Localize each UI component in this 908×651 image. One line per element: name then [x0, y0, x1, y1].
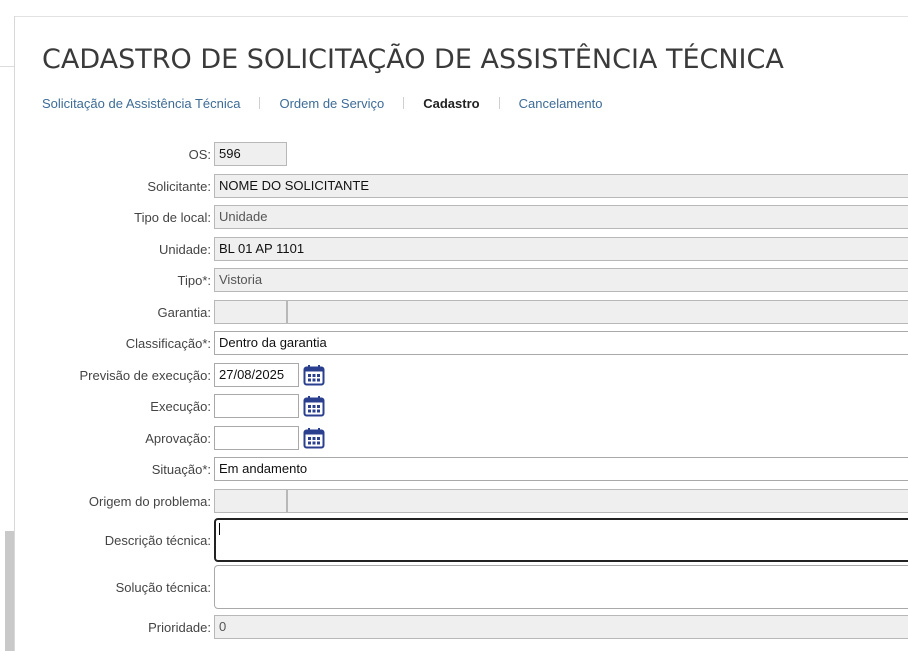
execucao-label: Execução:: [150, 399, 211, 414]
situacao-label: Situação*:: [151, 462, 211, 477]
text-caret: [219, 523, 220, 535]
previsao-date-input[interactable]: 27/08/2025: [214, 363, 299, 387]
prioridade-label: Prioridade:: [148, 620, 211, 635]
left-strip: [0, 16, 15, 651]
calendar-icon[interactable]: [303, 364, 325, 386]
unidade-field: BL 01 AP 1101: [214, 237, 908, 261]
execucao-date-input[interactable]: [214, 394, 299, 418]
os-label: OS:: [188, 147, 211, 162]
prioridade-field: 0: [214, 615, 908, 639]
aprovacao-date-input[interactable]: [214, 426, 299, 450]
aprovacao-label: Aprovação:: [145, 431, 211, 446]
scrollbar[interactable]: [5, 531, 14, 651]
garantia-code-field: [214, 300, 287, 324]
solicitante-label: Solicitante:: [147, 179, 211, 194]
top-bar: [0, 0, 908, 17]
garantia-label: Garantia:: [157, 305, 211, 320]
situacao-select[interactable]: Em andamento: [214, 457, 908, 481]
tipo-field: Vistoria: [214, 268, 908, 292]
unidade-label: Unidade:: [158, 242, 211, 257]
tipo-local-field: Unidade: [214, 205, 908, 229]
form-panel: CADASTRO DE SOLICITAÇÃO DE ASSISTÊNCIA T…: [15, 17, 908, 651]
tab-separator: [403, 97, 405, 109]
descricao-textarea[interactable]: [214, 518, 908, 562]
page-title: CADASTRO DE SOLICITAÇÃO DE ASSISTÊNCIA T…: [42, 44, 784, 75]
previsao-label: Previsão de execução:: [79, 368, 211, 383]
origem-code-field: [214, 489, 287, 513]
tab-separator: [259, 97, 261, 109]
classificacao-select[interactable]: Dentro da garantia: [214, 331, 908, 355]
os-field: 596: [214, 142, 287, 166]
tab-bar: Solicitação de Assistência Técnica Ordem…: [42, 94, 602, 112]
tab-cadastro[interactable]: Cadastro: [423, 96, 479, 111]
garantia-desc-field: [287, 300, 908, 324]
origem-desc-field: [287, 489, 908, 513]
tab-cancelamento[interactable]: Cancelamento: [519, 96, 603, 111]
origem-label: Origem do problema:: [88, 494, 211, 509]
calendar-icon[interactable]: [303, 395, 325, 417]
solucao-textarea[interactable]: [214, 565, 908, 609]
calendar-icon[interactable]: [303, 427, 325, 449]
tipo-local-label: Tipo de local:: [134, 210, 211, 225]
descricao-label: Descrição técnica:: [104, 533, 211, 548]
classificacao-label: Classificação*:: [125, 336, 211, 351]
solucao-label: Solução técnica:: [115, 580, 211, 595]
left-tick: [0, 66, 14, 67]
tab-separator: [498, 97, 500, 109]
tipo-label: Tipo*:: [177, 273, 211, 288]
tab-solicitacao[interactable]: Solicitação de Assistência Técnica: [42, 96, 240, 111]
tab-ordem-servico[interactable]: Ordem de Serviço: [279, 96, 384, 111]
solicitante-field: NOME DO SOLICITANTE: [214, 174, 908, 198]
